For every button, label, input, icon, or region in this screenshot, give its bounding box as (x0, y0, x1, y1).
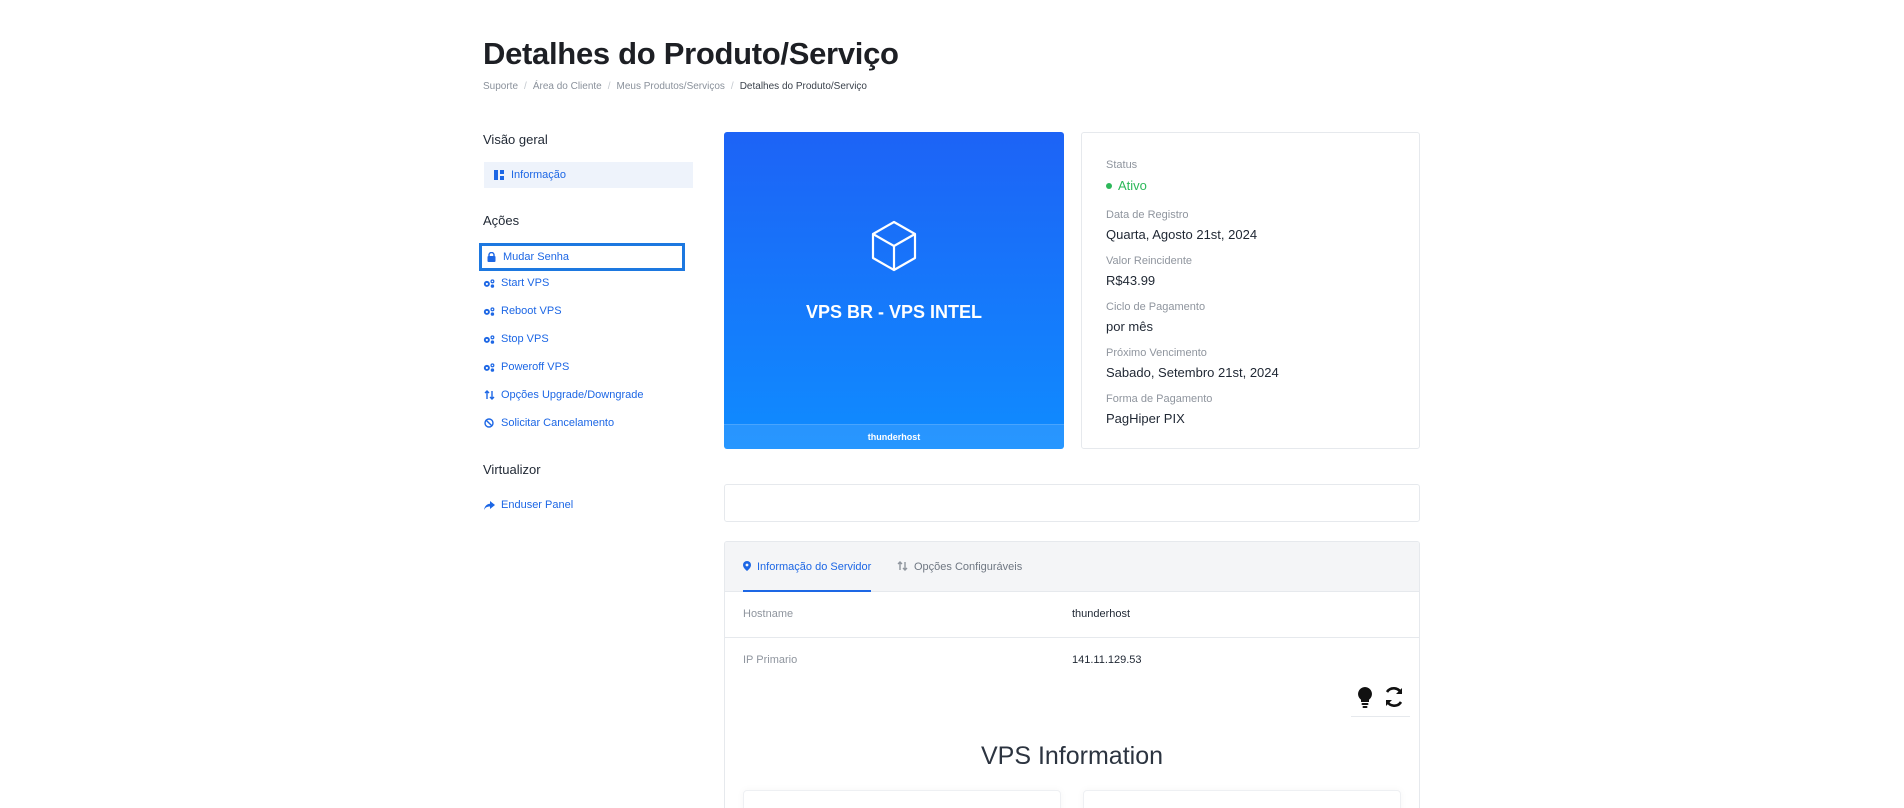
breadcrumb: Suporte / Área do Cliente / Meus Produto… (483, 81, 867, 92)
breadcrumb-item-my-products[interactable]: Meus Produtos/Serviços (617, 81, 725, 92)
sidebar-item-label: Enduser Panel (501, 499, 574, 511)
sidebar-item-label: Poweroff VPS (501, 361, 570, 373)
registration-value: Quarta, Agosto 21st, 2024 (1106, 227, 1258, 242)
status-badge: Ativo (1106, 178, 1147, 193)
tabs-header: Informação do Servidor Opções Configuráv… (725, 542, 1419, 592)
billing-cycle-label: Ciclo de Pagamento (1106, 301, 1206, 313)
sidebar-item-label: Start VPS (501, 277, 550, 289)
sidebar-item-label: Solicitar Cancelamento (501, 417, 615, 429)
gears-icon (483, 305, 495, 317)
sidebar-item-label: Stop VPS (501, 333, 549, 345)
page-title: Detalhes do Produto/Serviço (483, 36, 899, 71)
product-name: VPS BR - VPS INTEL (805, 302, 983, 322)
lock-icon (485, 251, 497, 263)
sidebar-item-request-cancellation[interactable]: Solicitar Cancelamento (483, 413, 614, 433)
tab-label: Opções Configuráveis (914, 561, 1023, 573)
ban-icon (483, 417, 495, 429)
vps-info-card-left (743, 790, 1061, 808)
sidebar-heading-overview: Visão geral (483, 132, 548, 147)
hostname-row: Hostname thunderhost (725, 592, 1419, 638)
sidebar-heading-virtualizor: Virtualizor (483, 462, 541, 477)
sidebar-item-enduser-panel[interactable]: Enduser Panel (483, 495, 573, 515)
lightbulb-icon[interactable] (1357, 686, 1373, 713)
swap-arrows-icon (483, 389, 495, 401)
product-hero-card: VPS BR - VPS INTEL thunderhost (724, 132, 1064, 449)
status-value: Ativo (1118, 178, 1147, 193)
next-due-value: Sabado, Setembro 21st, 2024 (1106, 365, 1279, 380)
billing-cycle-value: por mês (1106, 319, 1153, 334)
empty-panel (724, 484, 1420, 522)
swap-arrows-icon (897, 560, 908, 574)
sidebar-item-change-password[interactable]: Mudar Senha (479, 243, 685, 271)
gears-icon (483, 361, 495, 373)
sidebar-item-label: Informação (511, 169, 567, 181)
tab-configurable-options[interactable]: Opções Configuráveis (897, 542, 1022, 592)
sidebar-heading-actions: Ações (483, 213, 520, 228)
refresh-icon[interactable] (1383, 686, 1405, 713)
tab-label: Informação do Servidor (757, 561, 872, 573)
product-footer: thunderhost (724, 424, 1064, 449)
breadcrumb-item-client-area[interactable]: Área do Cliente (533, 81, 602, 92)
primary-ip-label: IP Primario (743, 654, 798, 666)
sidebar-item-upgrade-downgrade[interactable]: Opções Upgrade/Downgrade (483, 385, 643, 405)
hostname-label: Hostname (743, 608, 794, 620)
status-dot-icon (1106, 182, 1112, 189)
sidebar-item-stop-vps[interactable]: Stop VPS (483, 329, 549, 349)
next-due-label: Próximo Vencimento (1106, 347, 1207, 359)
primary-ip-row: IP Primario 141.11.129.53 (725, 638, 1419, 684)
vps-information-title: VPS Information (980, 742, 1164, 770)
gears-icon (483, 333, 495, 345)
sidebar-item-poweroff-vps[interactable]: Poweroff VPS (483, 357, 569, 377)
sidebar-item-label: Opções Upgrade/Downgrade (501, 389, 644, 401)
map-pin-icon (743, 560, 751, 574)
breadcrumb-item-current: Detalhes do Produto/Serviço (739, 81, 867, 92)
recurring-value: R$43.99 (1106, 273, 1156, 288)
breadcrumb-separator: / (607, 81, 611, 92)
vps-toolbar (1351, 683, 1410, 717)
sidebar-item-reboot-vps[interactable]: Reboot VPS (483, 301, 562, 321)
breadcrumb-item-suporte[interactable]: Suporte (483, 81, 518, 92)
service-details-card: Status Ativo Data de Registro Quarta, Ag… (1081, 132, 1420, 449)
share-arrow-icon (483, 499, 495, 511)
hostname-value: thunderhost (1072, 608, 1131, 620)
sidebar-item-informacao[interactable]: Informação (484, 162, 693, 188)
payment-method-label: Forma de Pagamento (1106, 393, 1213, 405)
vps-info-card-right (1083, 790, 1401, 808)
registration-label: Data de Registro (1106, 209, 1189, 221)
dashboard-icon (493, 169, 505, 181)
payment-method-value: PagHiper PIX (1106, 411, 1185, 426)
breadcrumb-separator: / (524, 81, 527, 92)
sidebar-item-label: Mudar Senha (503, 251, 570, 263)
status-label: Status (1106, 159, 1138, 171)
gears-icon (483, 277, 495, 289)
cube-icon (870, 220, 918, 277)
breadcrumb-separator: / (730, 81, 734, 92)
sidebar-item-label: Reboot VPS (501, 305, 562, 317)
recurring-label: Valor Reincidente (1106, 255, 1193, 267)
tab-server-info[interactable]: Informação do Servidor (743, 542, 872, 592)
primary-ip-value: 141.11.129.53 (1072, 654, 1142, 666)
sidebar-item-start-vps[interactable]: Start VPS (483, 273, 549, 293)
